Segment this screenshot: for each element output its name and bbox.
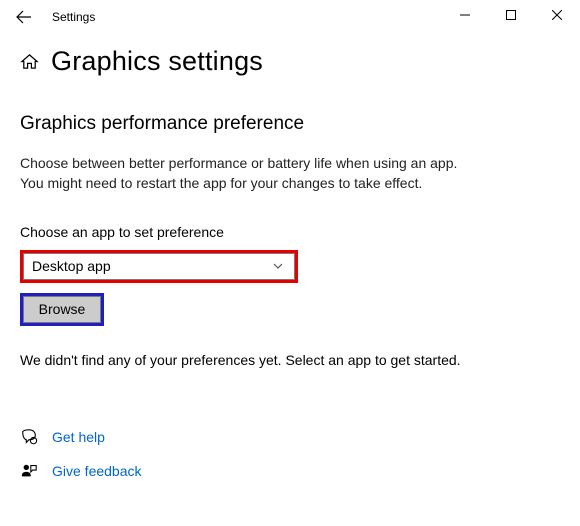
minimize-button[interactable]: [442, 0, 488, 30]
help-icon: [20, 428, 38, 446]
feedback-icon: [20, 462, 38, 480]
maximize-button[interactable]: [488, 0, 534, 30]
dropdown-label: Choose an app to set preference: [20, 224, 560, 240]
page-title: Graphics settings: [51, 46, 263, 77]
section-description: Choose between better performance or bat…: [20, 153, 560, 194]
minimize-icon: [460, 10, 470, 20]
get-help-link[interactable]: Get help: [52, 429, 105, 445]
app-type-dropdown[interactable]: Desktop app: [23, 253, 295, 280]
maximize-icon: [506, 10, 516, 20]
give-feedback-link[interactable]: Give feedback: [52, 463, 142, 479]
close-icon: [552, 10, 562, 20]
back-button[interactable]: [14, 7, 34, 27]
close-button[interactable]: [534, 0, 580, 30]
section-title: Graphics performance preference: [20, 113, 560, 135]
dropdown-value: Desktop app: [32, 258, 111, 274]
arrow-left-icon: [16, 9, 32, 25]
window-title: Settings: [52, 10, 95, 24]
browse-button[interactable]: Browse: [23, 296, 101, 323]
home-icon[interactable]: [20, 52, 39, 71]
status-text: We didn't find any of your preferences y…: [20, 352, 560, 368]
browse-button-highlight: Browse: [20, 293, 104, 326]
app-type-dropdown-highlight: Desktop app: [20, 250, 298, 283]
chevron-down-icon: [272, 260, 284, 272]
